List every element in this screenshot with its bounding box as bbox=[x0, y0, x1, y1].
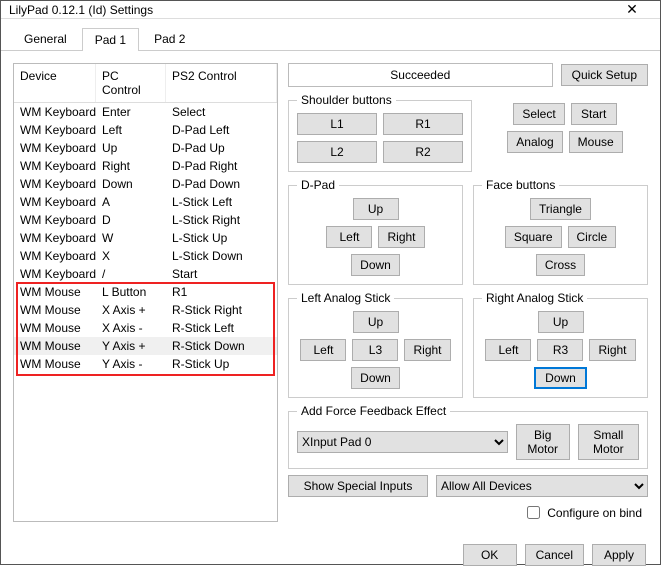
ras-legend: Right Analog Stick bbox=[482, 291, 587, 305]
ras-group: Right Analog Stick Up Left R3 Right Down bbox=[473, 291, 648, 398]
allow-devices-select[interactable]: Allow All Devices bbox=[436, 475, 648, 497]
table-row[interactable]: WM MouseX Axis +R-Stick Right bbox=[14, 301, 277, 319]
r2-button[interactable]: R2 bbox=[383, 141, 463, 163]
r3-button[interactable]: R3 bbox=[537, 339, 583, 361]
configure-on-bind-label: Configure on bind bbox=[547, 506, 642, 520]
col-pc[interactable]: PC Control bbox=[96, 64, 166, 102]
table-row[interactable]: WM KeyboardRightD-Pad Right bbox=[14, 157, 277, 175]
table-row[interactable]: WM KeyboardAL-Stick Left bbox=[14, 193, 277, 211]
table-row[interactable]: WM KeyboardDownD-Pad Down bbox=[14, 175, 277, 193]
ffb-legend: Add Force Feedback Effect bbox=[297, 404, 450, 418]
l3-button[interactable]: L3 bbox=[352, 339, 398, 361]
table-row[interactable]: WM KeyboardEnterSelect bbox=[14, 103, 277, 121]
square-button[interactable]: Square bbox=[505, 226, 562, 248]
ffb-group: Add Force Feedback Effect XInput Pad 0 B… bbox=[288, 404, 648, 469]
ffb-device-select[interactable]: XInput Pad 0 bbox=[297, 431, 508, 453]
status-label: Succeeded bbox=[288, 63, 553, 87]
face-legend: Face buttons bbox=[482, 178, 559, 192]
cancel-button[interactable]: Cancel bbox=[525, 544, 584, 566]
mouse-button[interactable]: Mouse bbox=[569, 131, 623, 153]
titlebar: LilyPad 0.12.1 (Id) Settings ✕ bbox=[1, 1, 660, 19]
las-left-button[interactable]: Left bbox=[300, 339, 346, 361]
face-group: Face buttons Triangle Square Circle Cros… bbox=[473, 178, 648, 285]
dialog-footer: OK Cancel Apply bbox=[1, 534, 660, 576]
table-row[interactable]: WM MouseY Axis +R-Stick Down bbox=[14, 337, 277, 355]
dpad-group: D-Pad Up Left Right Down bbox=[288, 178, 463, 285]
las-right-button[interactable]: Right bbox=[404, 339, 450, 361]
ok-button[interactable]: OK bbox=[463, 544, 517, 566]
select-button[interactable]: Select bbox=[513, 103, 564, 125]
l1-button[interactable]: L1 bbox=[297, 113, 377, 135]
table-row[interactable]: WM MouseL ButtonR1 bbox=[14, 283, 277, 301]
l2-button[interactable]: L2 bbox=[297, 141, 377, 163]
las-up-button[interactable]: Up bbox=[353, 311, 399, 333]
table-row[interactable]: WM KeyboardLeftD-Pad Left bbox=[14, 121, 277, 139]
window-title: LilyPad 0.12.1 (Id) Settings bbox=[9, 3, 612, 17]
content-area: Device PC Control PS2 Control WM Keyboar… bbox=[1, 51, 660, 534]
table-row[interactable]: WM MouseX Axis -R-Stick Left bbox=[14, 319, 277, 337]
col-device[interactable]: Device bbox=[14, 64, 96, 102]
quick-setup-button[interactable]: Quick Setup bbox=[561, 64, 648, 86]
settings-window: LilyPad 0.12.1 (Id) Settings ✕ General P… bbox=[0, 0, 661, 565]
big-motor-button[interactable]: Big Motor bbox=[516, 424, 570, 460]
ras-up-button[interactable]: Up bbox=[538, 311, 584, 333]
tab-strip: General Pad 1 Pad 2 bbox=[1, 19, 660, 51]
close-icon[interactable]: ✕ bbox=[612, 1, 652, 18]
ras-left-button[interactable]: Left bbox=[485, 339, 531, 361]
small-motor-button[interactable]: Small Motor bbox=[578, 424, 639, 460]
dpad-left-button[interactable]: Left bbox=[326, 226, 372, 248]
dpad-right-button[interactable]: Right bbox=[378, 226, 424, 248]
start-button[interactable]: Start bbox=[571, 103, 617, 125]
table-row[interactable]: WM KeyboardWL-Stick Up bbox=[14, 229, 277, 247]
shoulder-group: Shoulder buttons L1 R1 L2 R2 bbox=[288, 93, 472, 172]
ras-down-button[interactable]: Down bbox=[534, 367, 587, 389]
circle-button[interactable]: Circle bbox=[568, 226, 617, 248]
cross-button[interactable]: Cross bbox=[536, 254, 585, 276]
tab-pad2[interactable]: Pad 2 bbox=[141, 27, 198, 50]
las-down-button[interactable]: Down bbox=[351, 367, 400, 389]
las-group: Left Analog Stick Up Left L3 Right Down bbox=[288, 291, 463, 398]
table-row[interactable]: WM MouseY Axis -R-Stick Up bbox=[14, 355, 277, 373]
r1-button[interactable]: R1 bbox=[383, 113, 463, 135]
analog-button[interactable]: Analog bbox=[507, 131, 562, 153]
las-legend: Left Analog Stick bbox=[297, 291, 394, 305]
triangle-button[interactable]: Triangle bbox=[530, 198, 591, 220]
col-ps2[interactable]: PS2 Control bbox=[166, 64, 277, 102]
controls-panel: Succeeded Quick Setup Shoulder buttons L… bbox=[288, 63, 648, 522]
dpad-legend: D-Pad bbox=[297, 178, 339, 192]
tab-pad1[interactable]: Pad 1 bbox=[82, 28, 139, 51]
bindings-list[interactable]: Device PC Control PS2 Control WM Keyboar… bbox=[13, 63, 278, 522]
table-row[interactable]: WM Keyboard/Start bbox=[14, 265, 277, 283]
show-special-button[interactable]: Show Special Inputs bbox=[288, 475, 428, 497]
table-header: Device PC Control PS2 Control bbox=[14, 64, 277, 103]
tab-general[interactable]: General bbox=[11, 27, 80, 50]
dpad-up-button[interactable]: Up bbox=[353, 198, 399, 220]
dpad-down-button[interactable]: Down bbox=[351, 254, 400, 276]
shoulder-legend: Shoulder buttons bbox=[297, 93, 396, 107]
apply-button[interactable]: Apply bbox=[592, 544, 646, 566]
table-row[interactable]: WM KeyboardUpD-Pad Up bbox=[14, 139, 277, 157]
table-body: WM KeyboardEnterSelectWM KeyboardLeftD-P… bbox=[14, 103, 277, 521]
table-row[interactable]: WM KeyboardXL-Stick Down bbox=[14, 247, 277, 265]
configure-on-bind-checkbox[interactable] bbox=[527, 506, 540, 519]
table-row[interactable]: WM KeyboardDL-Stick Right bbox=[14, 211, 277, 229]
ras-right-button[interactable]: Right bbox=[589, 339, 635, 361]
